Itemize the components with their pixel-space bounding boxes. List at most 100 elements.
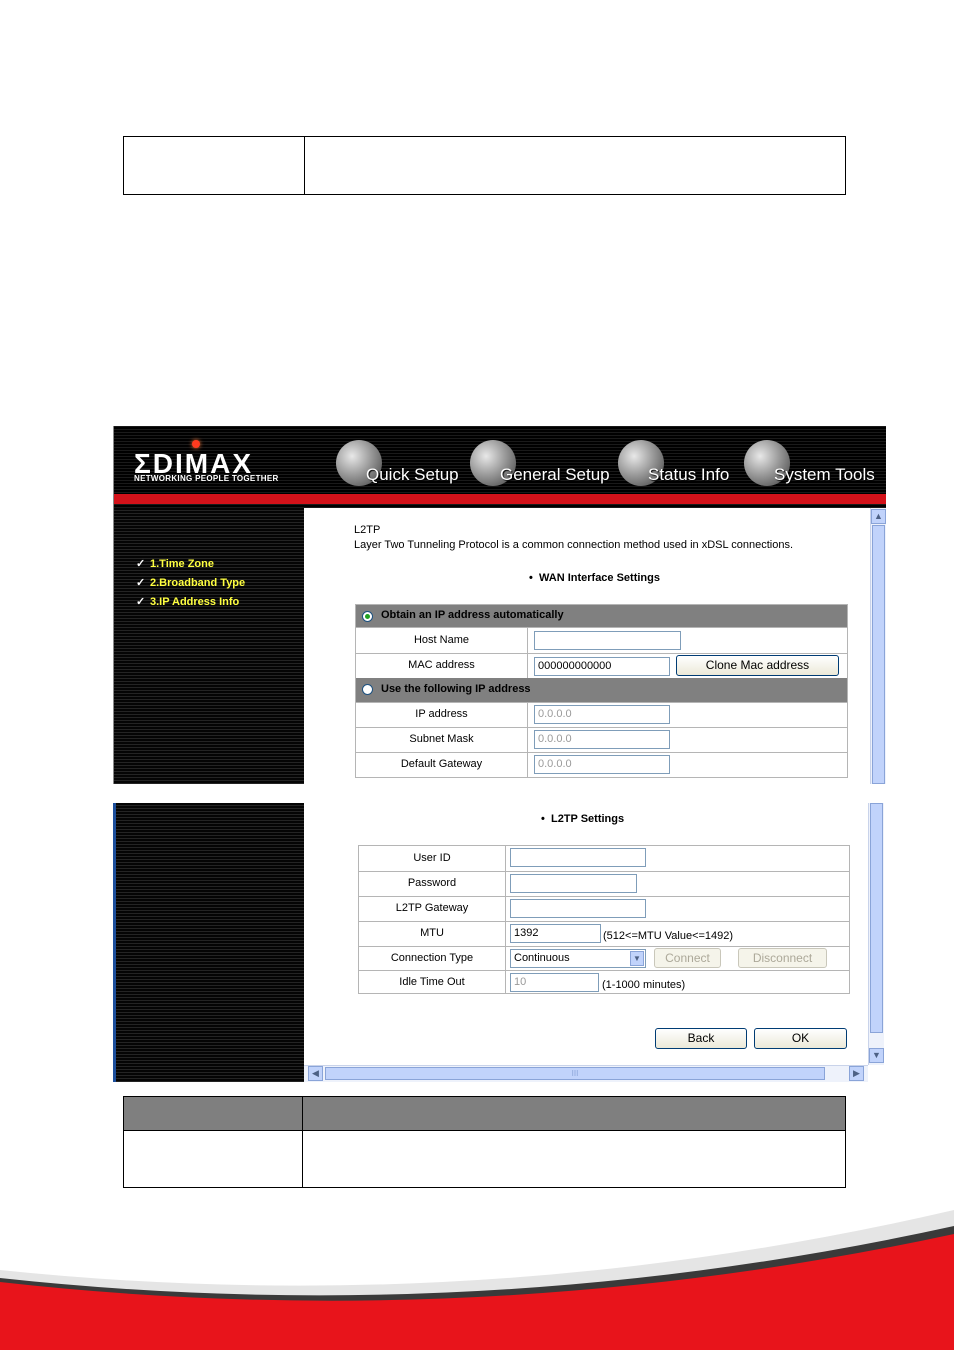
use-following-header[interactable]: Use the following IP address (356, 678, 847, 702)
horizontal-scrollbar[interactable]: ◀ III ▶ (304, 1065, 868, 1082)
check-icon: ✓ (136, 577, 146, 589)
nav-label: Quick Setup (366, 465, 459, 484)
sidebar-item-time-zone[interactable]: ✓ 1.Time Zone (136, 557, 214, 570)
idle-time-out-label: Idle Time Out (359, 971, 506, 994)
connection-type-value: Continuous (514, 952, 570, 964)
sidebar: ✓ 1.Time Zone ✓ 2.Broadband Type ✓ 3.IP Add… (114, 508, 304, 784)
host-name-label: Host Name (356, 628, 528, 653)
l2tp-section-title: • L2TP Settings (541, 813, 624, 825)
router-window-top: ΣDIMAX NETWORKING PEOPLE TOGETHER Quick … (113, 426, 886, 784)
ip-address-label: IP address (356, 703, 528, 727)
horizontal-scroll-thumb[interactable]: III (325, 1067, 825, 1080)
obtain-auto-label: Obtain an IP address automatically (381, 609, 564, 621)
nav-status-info[interactable]: Status Info (618, 440, 738, 490)
mac-address-row: MAC address 000000000000 Clone Mac addre… (356, 653, 847, 678)
host-name-row: Host Name (356, 627, 847, 653)
content-area: • L2TP Settings User ID Password L2TP Ga… (304, 803, 868, 1065)
sidebar (116, 803, 304, 1082)
l2tp-gateway-label: L2TP Gateway (359, 897, 506, 921)
ip-address-row: IP address 0.0.0.0 (356, 702, 847, 727)
scroll-right-icon[interactable]: ▶ (849, 1066, 864, 1081)
password-label: Password (359, 872, 506, 896)
subnet-mask-label: Subnet Mask (356, 728, 528, 752)
wan-settings-table: Obtain an IP address automatically Host … (355, 604, 848, 778)
password-row: Password (359, 871, 849, 896)
sidebar-item-label: 2.Broadband Type (150, 577, 246, 589)
l2tp-section-label: L2TP Settings (550, 813, 625, 825)
page-description: Layer Two Tunneling Protocol is a common… (354, 539, 794, 551)
footer-wave (0, 1210, 954, 1350)
sidebar-item-label: 1.Time Zone (150, 558, 214, 570)
connect-button[interactable]: Connect (654, 948, 721, 968)
logo-dot-icon (192, 440, 200, 448)
default-gateway-label: Default Gateway (356, 753, 528, 777)
user-id-label: User ID (359, 846, 506, 871)
l2tp-gateway-row: L2TP Gateway (359, 896, 849, 921)
idle-time-out-hint: (1-1000 minutes) (602, 979, 686, 991)
doc-table-header (124, 1097, 845, 1131)
idle-time-out-input[interactable]: 10 (510, 973, 599, 992)
sidebar-item-ip-address-info[interactable]: ✓ 3.IP Address Info (136, 595, 239, 608)
idle-time-out-row: Idle Time Out 10 (1-1000 minutes) (359, 970, 849, 994)
scroll-up-icon[interactable]: ▲ (871, 509, 886, 524)
nav-quick-setup[interactable]: Quick Setup (336, 440, 466, 490)
back-button[interactable]: Back (655, 1028, 747, 1049)
mtu-row: MTU 1392 (512<=MTU Value<=1492) (359, 921, 849, 946)
header-red-bar (114, 494, 886, 504)
scroll-down-icon[interactable]: ▼ (869, 1048, 884, 1063)
mac-address-label: MAC address (356, 654, 528, 678)
mtu-hint: (512<=MTU Value<=1492) (603, 930, 734, 942)
obtain-auto-header[interactable]: Obtain an IP address automatically (356, 605, 847, 627)
nav-general-setup[interactable]: General Setup (470, 440, 615, 490)
check-icon: ✓ (136, 558, 146, 570)
doc-table-divider (304, 137, 305, 194)
sidebar-item-broadband-type[interactable]: ✓ 2.Broadband Type (136, 576, 245, 589)
scroll-thumb[interactable] (872, 525, 885, 784)
page-title: L2TP (354, 524, 381, 536)
subnet-mask-row: Subnet Mask 0.0.0.0 (356, 727, 847, 752)
connection-type-row: Connection Type Continuous ▼ Connect Dis… (359, 946, 849, 970)
scroll-thumb[interactable] (870, 803, 883, 1033)
ip-address-input[interactable]: 0.0.0.0 (534, 705, 670, 724)
use-following-radio[interactable] (362, 684, 373, 695)
disconnect-button[interactable]: Disconnect (738, 948, 827, 968)
doc-table-top (123, 136, 846, 195)
nav-label: General Setup (500, 465, 610, 484)
brand-tagline: NETWORKING PEOPLE TOGETHER (134, 474, 279, 483)
l2tp-gateway-input[interactable] (510, 899, 646, 918)
mtu-input[interactable]: 1392 (510, 924, 601, 943)
connection-type-select[interactable]: Continuous ▼ (510, 949, 646, 968)
sidebar-item-label: 3.IP Address Info (150, 596, 240, 608)
obtain-auto-radio[interactable] (362, 611, 373, 622)
router-window-bottom: • L2TP Settings User ID Password L2TP Ga… (113, 803, 885, 1082)
l2tp-settings-table: User ID Password L2TP Gateway MTU 1392 (… (358, 845, 850, 994)
subnet-mask-input[interactable]: 0.0.0.0 (534, 730, 670, 749)
vertical-scrollbar[interactable]: ▼ (868, 803, 884, 1065)
clone-mac-button[interactable]: Clone Mac address (676, 655, 839, 676)
host-name-input[interactable] (534, 631, 681, 650)
scroll-left-icon[interactable]: ◀ (308, 1066, 323, 1081)
doc-table-divider (302, 1097, 303, 1187)
mtu-label: MTU (359, 922, 506, 946)
user-id-input[interactable] (510, 848, 646, 867)
connection-type-label: Connection Type (359, 947, 506, 970)
password-input[interactable] (510, 874, 637, 893)
chevron-down-icon[interactable]: ▼ (630, 951, 644, 966)
doc-table-bottom (123, 1096, 846, 1188)
nav-system-tools[interactable]: System Tools (744, 440, 884, 490)
wan-section-label: WAN Interface Settings (538, 572, 660, 584)
ok-button[interactable]: OK (754, 1028, 847, 1049)
check-icon: ✓ (136, 596, 146, 608)
bullet-icon: • (541, 813, 551, 825)
default-gateway-row: Default Gateway 0.0.0.0 (356, 752, 847, 777)
scroll-grip: III (571, 1069, 579, 1078)
nav-label: System Tools (774, 465, 875, 484)
mac-address-input[interactable]: 000000000000 (534, 657, 670, 676)
default-gateway-input[interactable]: 0.0.0.0 (534, 755, 670, 774)
content-area: L2TP Layer Two Tunneling Protocol is a c… (304, 508, 871, 784)
nav-label: Status Info (648, 465, 730, 484)
header-banner: ΣDIMAX NETWORKING PEOPLE TOGETHER Quick … (114, 426, 886, 508)
use-following-label: Use the following IP address (381, 683, 531, 695)
wan-section-title: • WAN Interface Settings (529, 572, 660, 584)
vertical-scrollbar[interactable]: ▲ (870, 508, 886, 784)
